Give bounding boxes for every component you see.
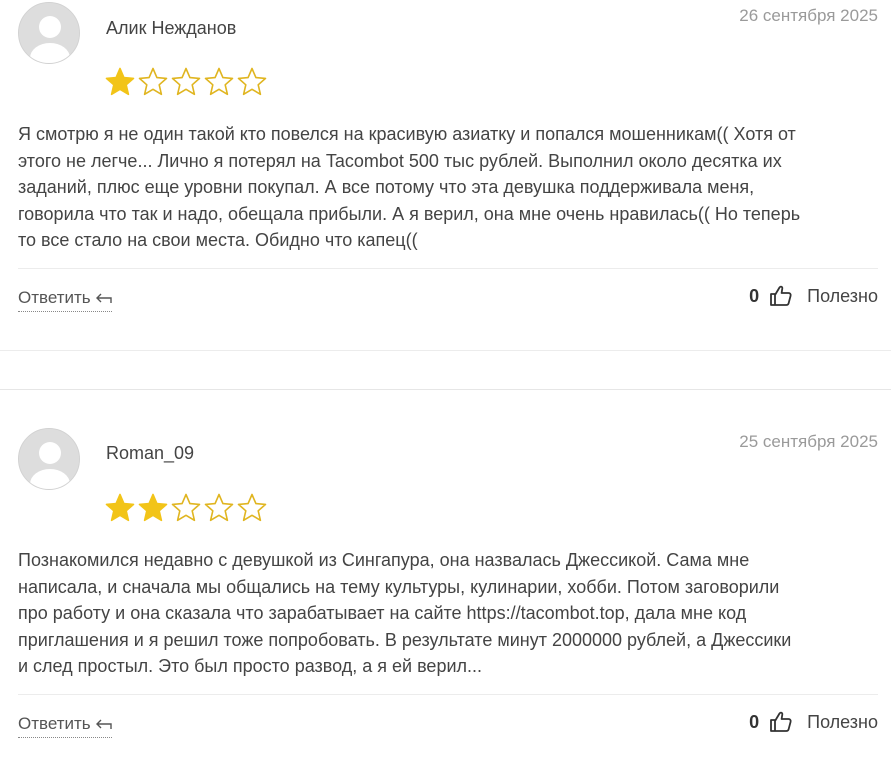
review-text: Я смотрю я не один такой кто повелся на … — [18, 121, 883, 254]
avatar — [18, 428, 80, 490]
review-text-line: то все стало на свои места. Обидно что к… — [18, 230, 418, 250]
user-avatar-icon — [19, 429, 79, 489]
star-empty-icon — [138, 67, 168, 96]
useful-control: 0 Полезно — [749, 284, 878, 308]
review-author: Roman_09 — [106, 443, 195, 463]
review-card: Roman_09 25 сентября 2025 Познакомился н… — [0, 389, 891, 760]
star-filled-icon — [105, 493, 135, 522]
review-text-line: про работу и она сказала что зарабатывае… — [18, 603, 747, 623]
review-text-line: приглашения и я решил тоже попробовать. … — [18, 629, 792, 650]
review-text-line: Познакомился недавно с девушкой из Синга… — [18, 550, 750, 570]
reply-button[interactable]: Ответить — [18, 714, 112, 738]
reply-label: Ответить — [18, 714, 91, 733]
useful-label[interactable]: Полезно — [807, 286, 878, 307]
review-text-line: заданий, плюс еще уровни покупал. А все … — [18, 177, 755, 197]
review-text-line: этого не легче... Лично я потерял на Tac… — [18, 150, 782, 171]
divider — [18, 694, 878, 695]
review-text-line: и след простыл. Это был просто развод, а… — [18, 656, 483, 676]
thumbs-up-icon[interactable] — [769, 284, 793, 308]
review-separator — [0, 350, 891, 390]
reply-button[interactable]: Ответить — [18, 288, 112, 312]
reply-label: Ответить — [18, 288, 91, 307]
rating-stars — [104, 66, 268, 98]
user-avatar-icon — [19, 3, 79, 63]
review-card: Алик Нежданов 26 сентября 2025 Я смотрю … — [0, 0, 891, 350]
star-empty-icon — [237, 493, 267, 522]
review-date: 25 сентября 2025 — [739, 432, 878, 451]
review-text-line: Я смотрю я не один такой кто повелся на … — [18, 124, 796, 144]
useful-control: 0 Полезно — [749, 710, 878, 734]
reply-arrow-icon — [95, 293, 112, 303]
star-empty-icon — [204, 493, 234, 522]
review-date: 26 сентября 2025 — [739, 6, 878, 25]
reply-arrow-icon — [95, 719, 112, 729]
avatar — [18, 2, 80, 64]
star-empty-icon — [171, 67, 201, 96]
useful-label[interactable]: Полезно — [807, 712, 878, 733]
review-text-line: написала, и сначала мы общались на тему … — [18, 576, 780, 597]
divider — [18, 268, 878, 269]
review-text: Познакомился недавно с девушкой из Синга… — [18, 547, 883, 680]
rating-stars — [104, 492, 268, 524]
useful-count: 0 — [749, 711, 760, 732]
star-empty-icon — [171, 493, 201, 522]
review-text-line: говорила что так и надо, обещала прибыли… — [18, 203, 801, 224]
useful-count: 0 — [749, 285, 760, 306]
star-filled-icon — [138, 493, 168, 522]
thumbs-up-icon[interactable] — [769, 710, 793, 734]
star-filled-icon — [105, 67, 135, 96]
star-empty-icon — [204, 67, 234, 96]
star-empty-icon — [237, 67, 267, 96]
review-author: Алик Нежданов — [106, 18, 237, 38]
